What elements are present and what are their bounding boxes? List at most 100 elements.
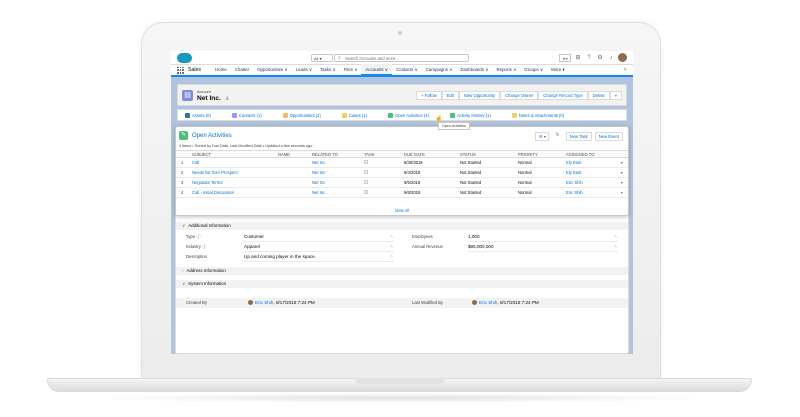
task-checkbox — [364, 190, 368, 194]
priority-cell: Normal — [516, 157, 564, 168]
nav-item-dashboards[interactable]: Dashboards ∨ — [456, 64, 492, 76]
section-system-information[interactable]: ∨ System Information — [176, 280, 628, 288]
nav-item-campaigns[interactable]: Campaigns ∨ — [422, 64, 457, 76]
search-icon: ⌕ — [338, 55, 341, 61]
nav-item-groups[interactable]: Groups ∨ — [520, 64, 547, 76]
related-link-contacts[interactable]: Contacts (1) — [231, 112, 262, 118]
related-link-activity-history[interactable]: Activity History (1) — [450, 112, 491, 118]
cloud-logo-icon[interactable] — [177, 53, 192, 63]
more-actions-button[interactable]: ▾ — [609, 91, 622, 100]
section-title: System Information — [188, 281, 227, 286]
section-address-information[interactable]: › Address Information — [176, 267, 628, 275]
col-header-priority[interactable]: PRIORITY — [516, 150, 564, 158]
hierarchy-icon[interactable]: ♙ — [225, 96, 229, 102]
row-menu-chevron-icon[interactable]: ▼ — [620, 191, 623, 195]
row-menu-chevron-icon[interactable]: ▼ — [620, 171, 623, 175]
change-record-type-button[interactable]: Change Record Type — [538, 91, 588, 100]
nav-item-home[interactable]: Home — [211, 64, 231, 76]
col-header-assigned-to[interactable]: ASSIGNED TO — [564, 150, 618, 158]
related-link-assets[interactable]: Assets (0) — [185, 112, 211, 118]
user-avatar[interactable] — [618, 53, 627, 62]
favorites-icon[interactable]: ★▾ — [559, 53, 571, 62]
col-header-due-date[interactable]: DUE DATE — [402, 150, 458, 158]
section-additional-information[interactable]: ∨ Additional Information — [176, 222, 628, 230]
created-date: , 8/17/2018 7:24 PM — [273, 300, 315, 305]
row-menu-chevron-icon[interactable]: ▼ — [620, 181, 623, 185]
assigned-to-link[interactable]: Eric Shih — [564, 177, 618, 188]
col-header-subject[interactable]: SUBJECT — [190, 150, 276, 158]
panel-subtitle: 4 items • Sorted by Due Date, Last Modif… — [179, 144, 313, 148]
nav-item-more[interactable]: More ▾ — [547, 64, 568, 76]
related-link-notes[interactable]: Notes & Attachments (0) — [511, 112, 565, 118]
nav-item-tasks[interactable]: Tasks ∨ — [316, 64, 340, 76]
col-header-name[interactable]: NAME — [276, 150, 310, 158]
table-header-row: SUBJECT NAME RELATED TO TASK DUE DATE ST… — [176, 150, 628, 158]
laptop-shadow — [90, 393, 710, 403]
edit-pencil-icon[interactable]: ✎ — [390, 234, 393, 239]
edit-pencil-icon[interactable]: ✎ — [614, 234, 617, 239]
edit-pencil-icon[interactable]: ✎ — [390, 254, 393, 259]
open-activities-table: SUBJECT NAME RELATED TO TASK DUE DATE ST… — [176, 150, 628, 198]
modified-by-user-link[interactable]: Eric Shih — [479, 300, 497, 305]
delete-button[interactable]: Delete — [587, 91, 610, 100]
assigned-to-link[interactable]: Eric Shih — [564, 187, 618, 198]
subject-link[interactable]: Call - Initial Discussion — [190, 187, 276, 198]
col-header-status[interactable]: STATUS — [458, 150, 516, 158]
list-settings-gear-icon[interactable]: ⚙ ▾ — [535, 132, 550, 141]
related-to-link[interactable]: Net Inc — [310, 187, 362, 198]
task-checkbox — [364, 160, 368, 164]
add-icon[interactable]: ⊞ — [574, 54, 582, 62]
setup-gear-icon[interactable]: ⚙ — [596, 54, 604, 62]
edit-nav-pencil-icon[interactable]: ✎ — [619, 64, 631, 76]
subject-link[interactable]: Negotiate Terms — [190, 177, 276, 188]
edit-pencil-icon[interactable]: ✎ — [614, 244, 617, 249]
follow-button[interactable]: + Follow — [415, 91, 442, 100]
app-launcher-icon[interactable] — [177, 66, 184, 74]
row-menu-chevron-icon[interactable]: ▼ — [620, 161, 623, 165]
subject-link[interactable]: Needs list from Prospect — [190, 167, 276, 178]
related-to-link[interactable]: Net Inc — [310, 167, 362, 178]
nav-item-chatter[interactable]: Chatter — [231, 64, 253, 76]
change-owner-button[interactable]: Change Owner — [500, 91, 539, 100]
divider — [244, 261, 394, 262]
row-actions-cell: ▼ — [618, 157, 628, 168]
notification-bell-icon[interactable]: ♪ — [607, 54, 615, 62]
divider — [244, 251, 394, 252]
new-opportunity-button[interactable]: New Opportunity — [458, 91, 501, 100]
refresh-icon[interactable]: ↻ — [552, 132, 563, 141]
nav-item-reports[interactable]: Reports ∨ — [492, 64, 520, 76]
panel-title[interactable]: Open Activities — [192, 133, 232, 139]
edit-button[interactable]: Edit — [441, 91, 459, 100]
new-task-button[interactable]: New Task — [565, 132, 592, 141]
mouse-pointer-icon: ☝ — [435, 116, 443, 122]
assigned-to-link[interactable]: Ely East — [564, 167, 618, 178]
nav-item-files[interactable]: Files ∨ — [340, 64, 362, 76]
help-icon[interactable]: ? — [585, 54, 593, 62]
nav-item-accounts[interactable]: Accounts ∨ — [361, 64, 392, 76]
global-search-input[interactable]: ⌕ Search Accounts and more... — [334, 54, 469, 62]
related-link-label: Notes & Attachments (0) — [518, 112, 565, 118]
col-header-related-to[interactable]: RELATED TO — [310, 150, 362, 158]
col-header-task[interactable]: TASK — [362, 150, 402, 158]
app-name: Sales — [188, 67, 201, 73]
divider — [468, 241, 618, 242]
related-link-open-activities[interactable]: Open Activities (4) — [388, 112, 429, 118]
created-by-user-link[interactable]: Eric Shih — [255, 300, 273, 305]
search-scope-select[interactable]: All ▾ — [311, 54, 333, 62]
subject-link[interactable]: Call — [190, 157, 276, 168]
col-header-actions — [618, 150, 628, 158]
related-link-label: Opportunities (2) — [289, 112, 321, 118]
nav-item-leads[interactable]: Leads ∨ — [292, 64, 316, 76]
assigned-to-link[interactable]: Ely East — [564, 157, 618, 168]
row-actions-cell: ▼ — [618, 177, 628, 188]
view-all-link[interactable]: View All — [176, 208, 628, 213]
contacts-icon — [231, 112, 237, 118]
new-event-button[interactable]: New Event — [594, 132, 623, 141]
related-to-link[interactable]: Net Inc — [310, 157, 362, 168]
related-link-opportunities[interactable]: Opportunities (2) — [282, 112, 321, 118]
related-link-cases[interactable]: Cases (1) — [341, 112, 367, 118]
nav-item-opportunities[interactable]: Opportunities ∨ — [253, 64, 292, 76]
related-to-link[interactable]: Net Inc — [310, 177, 362, 188]
nav-item-contacts[interactable]: Contacts ∨ — [392, 64, 422, 76]
edit-pencil-icon[interactable]: ✎ — [390, 244, 393, 249]
